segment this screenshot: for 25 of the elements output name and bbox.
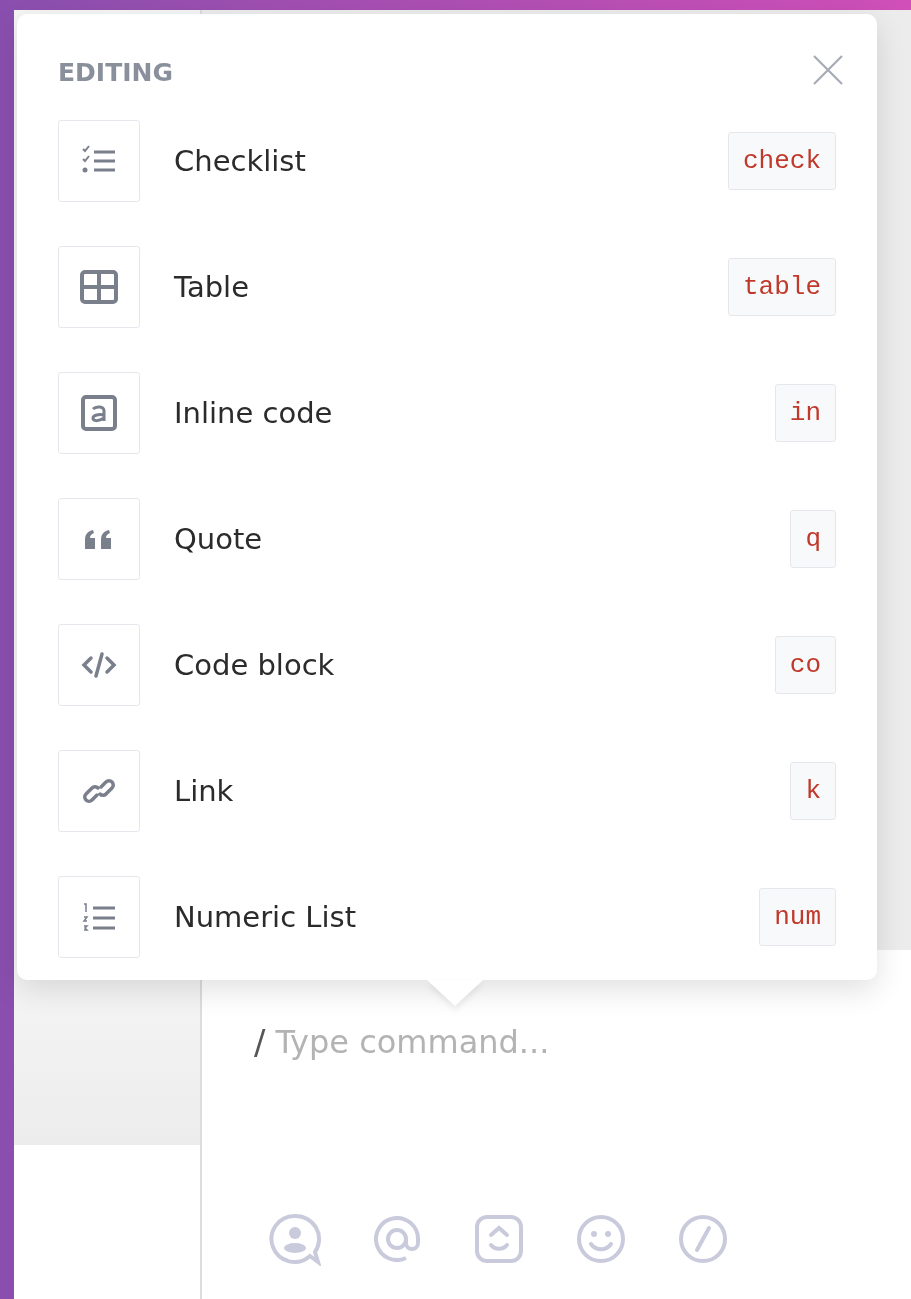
shortcut-code: check <box>728 132 836 190</box>
numbered-icon[interactable] <box>58 876 140 958</box>
link-icon[interactable] <box>58 750 140 832</box>
menu-item-label[interactable]: Quote <box>174 522 791 556</box>
shortcut-code: k <box>790 762 836 820</box>
menu-item-label[interactable]: Checklist <box>174 144 728 178</box>
shortcut-code: num <box>759 888 836 946</box>
close-icon[interactable] <box>812 54 844 86</box>
command-input[interactable]: Type command... <box>275 1023 696 1061</box>
table-icon[interactable] <box>58 246 140 328</box>
shortcut-code: in <box>774 384 836 442</box>
quote-icon[interactable] <box>58 498 140 580</box>
menu-item-label[interactable]: Inline code <box>174 396 775 430</box>
inline-icon[interactable] <box>58 372 140 454</box>
slash-prefix: / <box>254 1022 266 1062</box>
menu-item-label[interactable]: Numeric List <box>174 900 760 934</box>
shortcut-code: co <box>774 636 836 694</box>
shortcut-code: q <box>790 510 836 568</box>
menu-item-label[interactable]: Code block <box>174 648 775 682</box>
menu-item-label[interactable]: Link <box>174 774 791 808</box>
menu-heading: EDITING <box>58 58 173 87</box>
menu-item-label[interactable]: Table <box>174 270 728 304</box>
shortcut-code: table <box>728 258 836 316</box>
checklist-icon[interactable] <box>58 120 140 202</box>
code-icon[interactable] <box>58 624 140 706</box>
